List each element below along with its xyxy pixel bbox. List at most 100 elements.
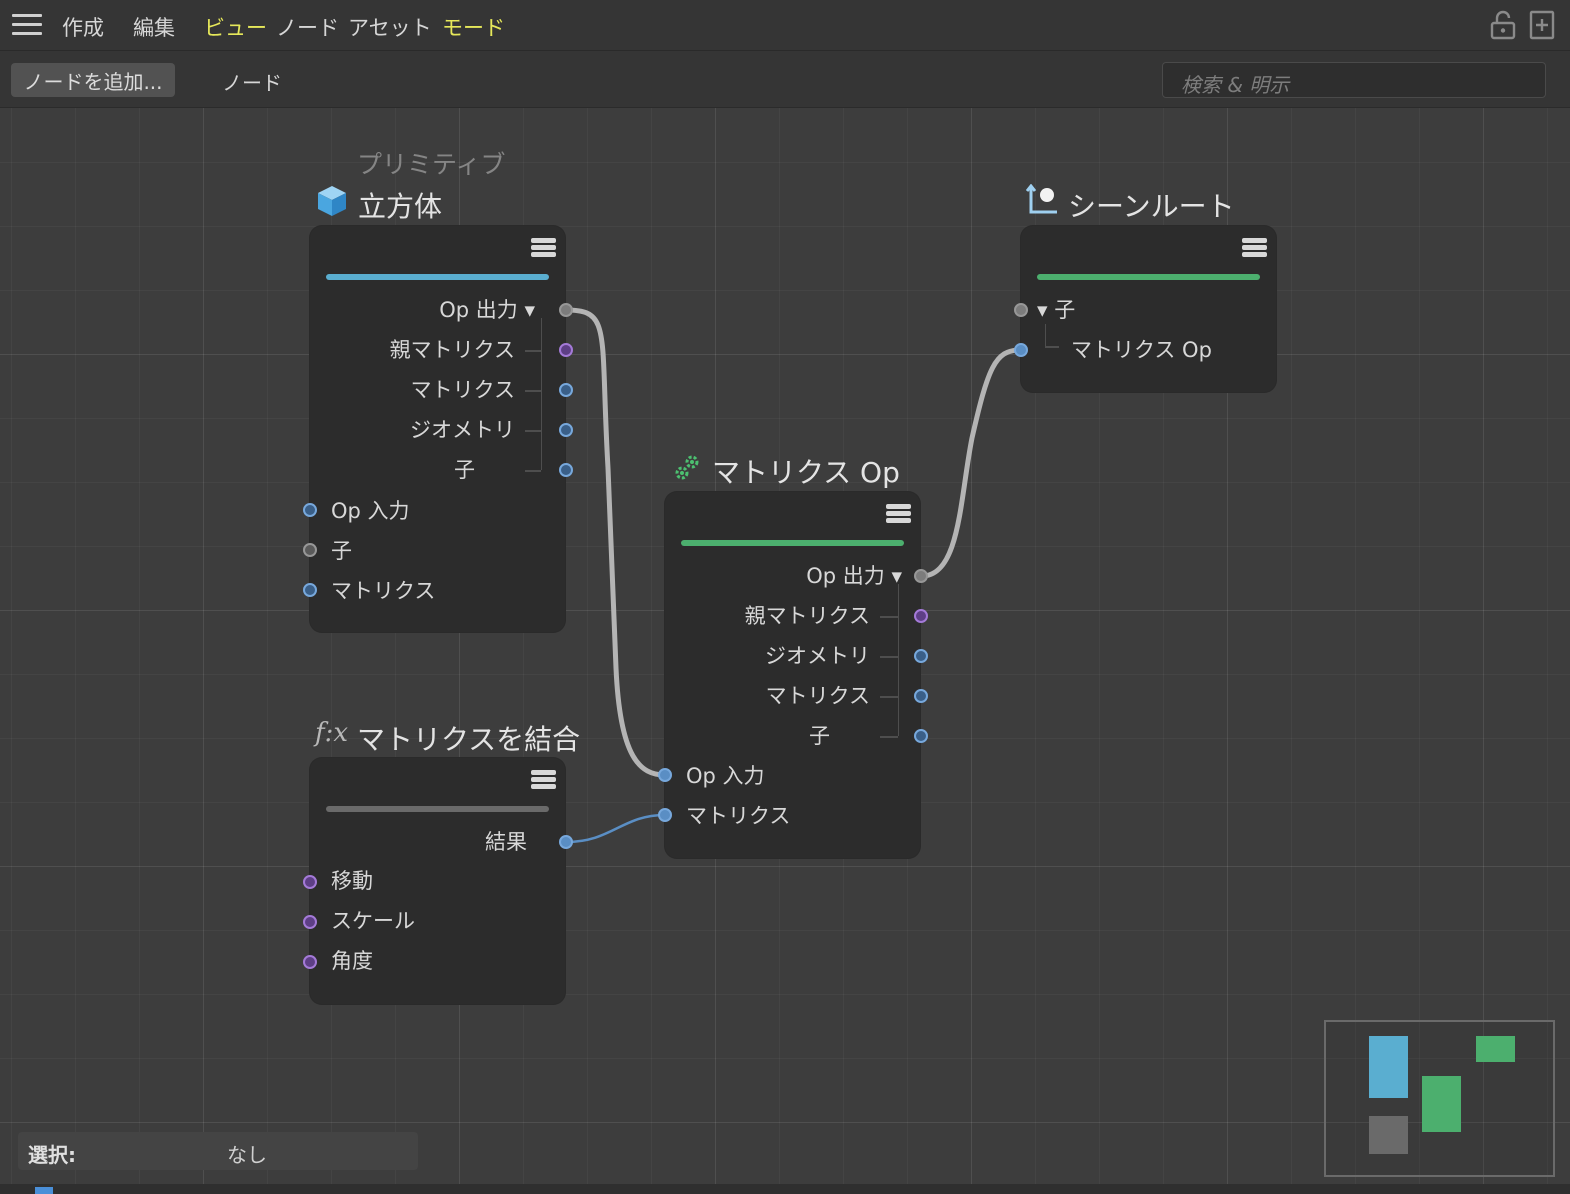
node-color-bar [326,806,549,812]
port-geometry[interactable] [914,649,928,663]
port-matrix-input[interactable] [303,583,317,597]
node-category-label: プリミティブ [357,150,506,179]
tree-connector [898,584,899,736]
wire-combine-to-matrixop [565,813,666,844]
port-label-child-input: ▾ 子 [1037,298,1076,322]
port-child[interactable] [559,463,573,477]
port-label-op-input: Op 入力 [686,764,765,788]
bottom-scroll-edge [0,1184,1570,1194]
tab-node[interactable]: ノード [222,67,282,96]
node-menu-icon[interactable] [531,770,556,792]
cube-icon [318,186,346,216]
port-op-input[interactable] [658,768,672,782]
port-label-geometry: ジオメトリ [410,418,515,442]
tree-connector [525,470,541,472]
port-child[interactable] [914,729,928,743]
menu-bar: 作成 編集 ビュー ノード アセット モード [0,0,1570,51]
function-icon: f:x [315,718,349,748]
node-menu-icon[interactable] [531,238,556,260]
tree-connector [525,390,541,392]
port-label-child: 子 [809,724,830,748]
node-menu-icon[interactable] [886,504,911,526]
port-label-matrix-input: マトリクス [331,579,436,603]
port-label-op-input: Op 入力 [331,499,410,523]
tree-connector [880,616,898,618]
port-parent-matrix[interactable] [914,609,928,623]
node-matrix-op[interactable]: Op 出力 ▾ 親マトリクス ジオメトリ マトリクス 子 Op 入力 マトリクス [665,492,920,858]
node-title-scene-root: シーンルート [1068,190,1235,223]
tree-connector [880,696,898,698]
search-input[interactable]: 検索 & 明示 [1162,62,1546,98]
port-label-matrix: マトリクス [410,378,515,402]
port-op-output[interactable] [914,569,928,583]
node-title-matrix-op: マトリクス Op [712,456,900,489]
port-label-result: 結果 [485,830,527,854]
bottom-accent [35,1187,53,1194]
node-menu-icon[interactable] [1242,238,1267,260]
port-geometry[interactable] [559,423,573,437]
add-node-button[interactable]: ノードを追加... [11,63,175,97]
selection-status: 選択: なし [18,1132,418,1170]
port-child-input[interactable] [303,543,317,557]
node-title-combine: マトリクスを結合 [357,723,581,756]
wire-cube-to-matrixop [563,307,668,778]
port-label-op-output: Op 出力 ▾ [439,298,535,322]
port-label-matrix-input: マトリクス [686,804,791,828]
gears-icon [675,455,699,480]
selection-value: なし [227,1143,267,1167]
minimap[interactable] [1324,1020,1555,1177]
new-panel-icon[interactable] [1529,10,1557,40]
node-color-bar [681,540,904,546]
tree-connector [541,318,542,470]
port-op-output[interactable] [559,303,573,317]
selection-label: 選択: [28,1143,76,1167]
port-op-input[interactable] [303,503,317,517]
toolbar: ノードを追加... ノード 検索 & 明示 [0,51,1570,108]
port-angle[interactable] [303,955,317,969]
port-label-parent-matrix: 親マトリクス [389,338,515,362]
port-label-matrix-op-input: マトリクス Op [1071,338,1212,362]
menu-asset[interactable]: アセット [348,12,432,42]
port-result[interactable] [559,835,573,849]
port-label-child: 子 [454,458,475,482]
menu-view[interactable]: ビュー [204,12,267,42]
menu-edit[interactable]: 編集 [133,12,175,42]
node-cube[interactable]: Op 出力 ▾ 親マトリクス マトリクス ジオメトリ 子 Op 入力 子 マトリ… [310,226,565,632]
port-matrix-input[interactable] [658,808,672,822]
tree-connector [880,656,898,658]
port-label-geometry: ジオメトリ [765,644,870,668]
port-label-op-output: Op 出力 ▾ [806,564,902,588]
menu-create[interactable]: 作成 [62,12,104,42]
minimap-node-scene-root [1476,1036,1515,1062]
minimap-node-cube [1369,1036,1408,1098]
scene-root-icon [1026,184,1057,214]
tree-connector [525,430,541,432]
minimap-node-matrix-op [1422,1076,1461,1132]
port-label-child-input: 子 [331,539,352,563]
port-matrix[interactable] [559,383,573,397]
hamburger-icon[interactable] [12,14,42,36]
menu-mode[interactable]: モード [442,12,505,42]
port-parent-matrix[interactable] [559,343,573,357]
wire-matrixop-to-sceneroot [919,347,1023,579]
tree-connector [525,350,541,352]
tree-connector [1045,324,1046,346]
node-combine-matrix[interactable]: 結果 移動 スケール 角度 [310,758,565,1004]
node-color-bar [1037,274,1260,280]
port-matrix-op-input[interactable] [1014,343,1028,357]
node-scene-root[interactable]: ▾ 子 マトリクス Op [1021,226,1276,392]
minimap-node-combine [1369,1116,1408,1154]
tree-connector [1045,346,1059,348]
menu-node[interactable]: ノード [276,12,339,42]
port-label-scale: スケール [331,909,415,933]
port-child-input[interactable] [1014,303,1028,317]
port-matrix[interactable] [914,689,928,703]
lock-icon[interactable] [1489,10,1517,40]
tree-connector [880,736,898,738]
port-label-angle: 角度 [331,949,373,973]
port-label-move: 移動 [331,869,373,893]
port-scale[interactable] [303,915,317,929]
node-color-bar [326,274,549,280]
port-move[interactable] [303,875,317,889]
port-label-parent-matrix: 親マトリクス [744,604,870,628]
